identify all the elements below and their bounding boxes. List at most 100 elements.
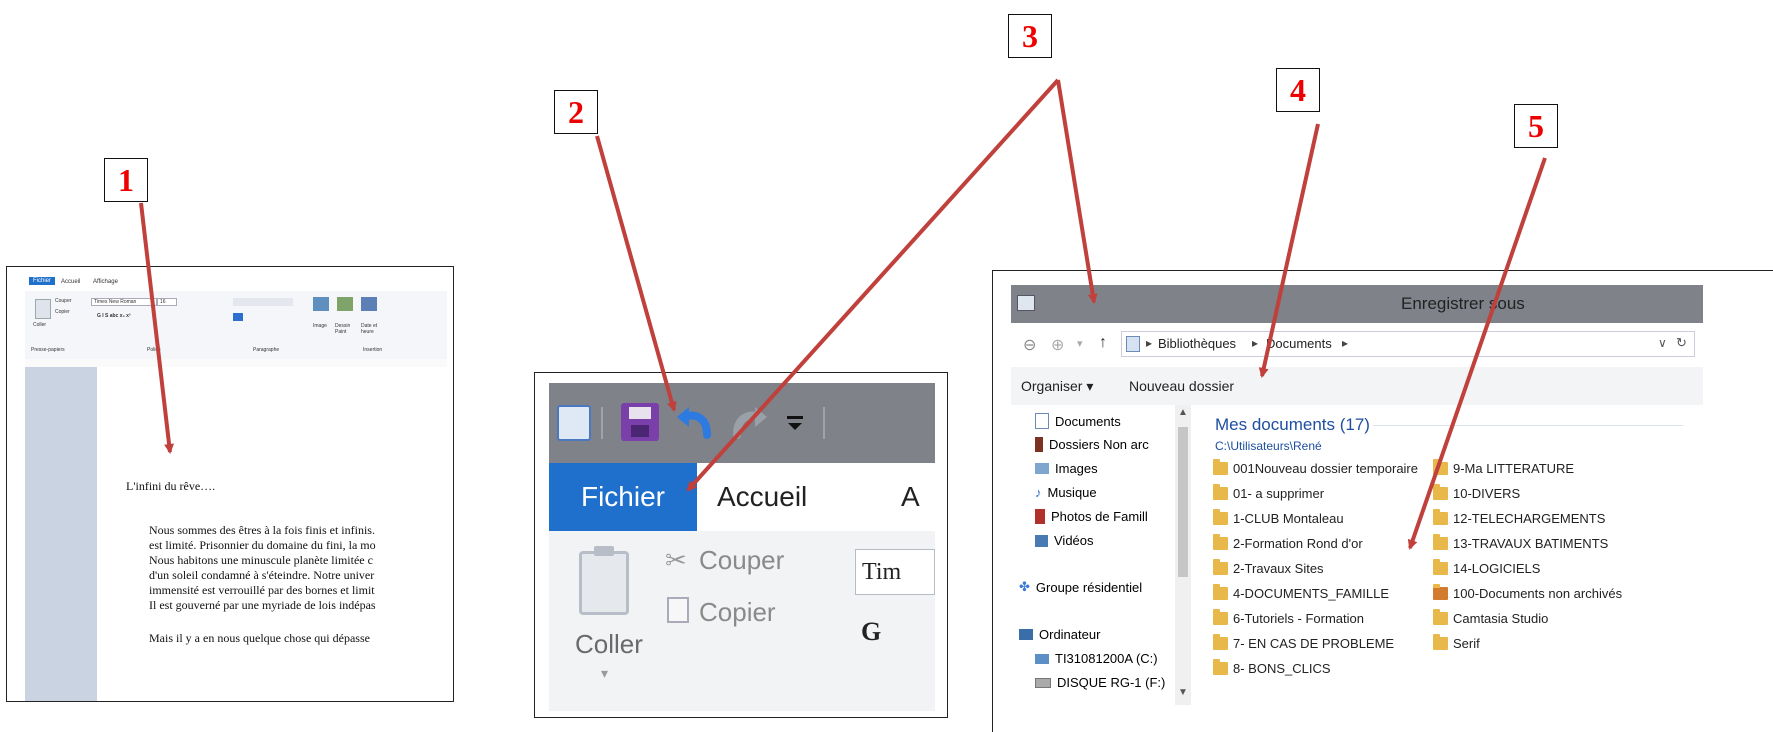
folder-label: 100-Documents non archivés — [1453, 586, 1623, 601]
coller-button[interactable]: Coller — [575, 629, 643, 660]
paste-icon[interactable] — [579, 546, 629, 615]
nav-item-ordinateur[interactable]: Ordinateur — [1019, 627, 1100, 642]
scroll-thumb[interactable] — [1178, 427, 1188, 577]
scissors-icon: ✂ — [665, 545, 687, 575]
paragraph-tools[interactable] — [233, 298, 293, 306]
nav-label: Photos de Famill — [1051, 509, 1148, 524]
bold-button[interactable]: G — [861, 617, 881, 647]
tab-accueil[interactable]: Accueil — [717, 463, 807, 531]
folder-item[interactable]: Camtasia Studio — [1433, 609, 1548, 626]
folder-item[interactable]: 10-DIVERS — [1433, 484, 1520, 501]
coller-dropdown-icon[interactable]: ▾ — [601, 665, 608, 682]
toolbar-separator — [823, 407, 825, 439]
save-icon[interactable] — [621, 403, 659, 441]
path-dropdown-icon[interactable]: ∨ — [1658, 336, 1667, 350]
folder-item[interactable]: 13-TRAVAUX BATIMENTS — [1433, 534, 1608, 551]
archive-icon — [1035, 437, 1043, 452]
folder-item[interactable]: 2-Travaux Sites — [1213, 559, 1324, 576]
scroll-up-icon[interactable]: ▲ — [1178, 407, 1188, 418]
nav-scrollbar[interactable]: ▲ ▼ — [1175, 405, 1191, 705]
refresh-icon[interactable]: ↻ — [1676, 335, 1687, 351]
calendar-icon[interactable] — [361, 297, 377, 311]
nouveau-dossier-button[interactable]: Nouveau dossier — [1129, 378, 1234, 394]
breadcrumb-bibliotheques[interactable]: Bibliothèques — [1158, 336, 1236, 351]
folder-item[interactable]: 1-CLUB Montaleau — [1213, 509, 1344, 526]
folder-item[interactable]: 001Nouveau dossier temporaire — [1213, 459, 1418, 476]
heading-divider — [1373, 425, 1683, 426]
nav-item-dossiers[interactable]: Dossiers Non arc — [1035, 437, 1149, 452]
nav-item-documents[interactable]: Documents — [1035, 413, 1121, 429]
folder-item[interactable]: 8- BONS_CLICS — [1213, 659, 1331, 676]
arrow-2 — [595, 135, 677, 412]
format-buttons[interactable]: G I S abc x₂ x² — [97, 313, 131, 319]
nav-item-photos[interactable]: Photos de Famill — [1035, 509, 1148, 524]
address-bar: ⊖ ⊕ ▾ ↑ ▸ Bibliothèques ▸ Documents ▸ ∨ … — [1011, 323, 1703, 368]
folder-item[interactable]: 6-Tutoriels - Formation — [1213, 609, 1364, 626]
tab-fichier[interactable]: Fichier — [549, 463, 697, 531]
undo-icon[interactable] — [673, 403, 717, 443]
folder-icon — [1213, 634, 1228, 650]
couper-button[interactable]: Couper — [699, 545, 784, 576]
path-input[interactable]: ▸ Bibliothèques ▸ Documents ▸ ∨ ↻ — [1121, 331, 1695, 357]
folder-item[interactable]: 12-TELECHARGEMENTS — [1433, 509, 1605, 526]
breadcrumb-documents[interactable]: Documents — [1266, 336, 1332, 351]
nav-label: Groupe résidentiel — [1035, 579, 1143, 595]
organiser-button[interactable]: Organiser ▾ — [1021, 378, 1093, 395]
clipboard-group-label: Presse-papiers — [31, 347, 65, 353]
folder-item[interactable]: 4-DOCUMENTS_FAMILLE — [1213, 584, 1390, 601]
wordpad-app-icon[interactable] — [557, 405, 591, 441]
paint-icon[interactable] — [337, 297, 353, 311]
nav-label: Vidéos — [1054, 533, 1094, 548]
scroll-down-icon[interactable]: ▼ — [1178, 687, 1188, 698]
recent-dropdown-icon[interactable]: ▾ — [1077, 337, 1083, 350]
tab-affichage[interactable]: Affichage — [93, 279, 118, 285]
callout-1: 1 — [104, 158, 148, 202]
couper-button[interactable]: Couper — [55, 298, 71, 304]
font-size-select[interactable]: 16 — [157, 298, 177, 306]
folder-item[interactable]: 9-Ma LITTERATURE — [1433, 459, 1574, 476]
paste-icon[interactable] — [35, 299, 51, 319]
doc-line: immensité est verrouillé par des bornes … — [149, 583, 375, 597]
folder-item[interactable]: 2-Formation Rond d'or — [1213, 534, 1363, 551]
nav-item-musique[interactable]: ♪ Musique — [1035, 485, 1097, 500]
homegroup-icon: ✤ — [1019, 579, 1030, 594]
folder-label: 001Nouveau dossier temporaire — [1233, 461, 1418, 476]
copier-button[interactable]: Copier — [55, 309, 70, 315]
tab-a[interactable]: A — [901, 463, 920, 531]
nav-item-groupe[interactable]: ✤ Groupe résidentiel — [1019, 579, 1142, 595]
date-label: Date et heure — [361, 323, 378, 335]
page-margin — [25, 367, 97, 701]
nav-label: Musique — [1047, 485, 1097, 500]
align-left-button[interactable] — [233, 313, 243, 321]
insertion-group-label: Insertion — [363, 347, 383, 353]
folder-icon — [1213, 484, 1228, 500]
nav-item-videos[interactable]: Vidéos — [1035, 533, 1094, 548]
folder-item[interactable]: 7- EN CAS DE PROBLEME — [1213, 634, 1395, 651]
document-page[interactable]: L'infini du rêve…. Nous sommes des êtres… — [97, 367, 453, 701]
font-family-select[interactable]: Tim — [855, 549, 935, 595]
back-icon[interactable]: ⊖ — [1023, 335, 1036, 355]
folder-item[interactable]: 14-LOGICIELS — [1433, 559, 1540, 576]
dialog-title: Enregistrer sous — [1401, 294, 1525, 313]
folder-label: 2-Formation Rond d'or — [1233, 536, 1363, 551]
arrow-3b — [1056, 79, 1098, 304]
callout-4: 4 — [1276, 68, 1320, 112]
nav-item-images[interactable]: Images — [1035, 461, 1098, 476]
nav-item-drive-f[interactable]: DISQUE RG-1 (F:) — [1035, 675, 1165, 690]
redo-icon[interactable] — [727, 403, 771, 443]
customize-toolbar-icon[interactable] — [785, 413, 805, 433]
up-arrow-icon[interactable]: ↑ — [1099, 334, 1107, 352]
copier-button[interactable]: Copier — [699, 597, 776, 628]
folder-label: 4-DOCUMENTS_FAMILLE — [1233, 586, 1390, 601]
folder-label: 7- EN CAS DE PROBLEME — [1233, 636, 1395, 651]
forward-icon[interactable]: ⊕ — [1051, 335, 1064, 355]
folder-item[interactable]: Serif — [1433, 634, 1480, 651]
image-icon[interactable] — [313, 297, 329, 311]
folder-item[interactable]: 100-Documents non archivés — [1433, 584, 1623, 601]
font-family-select[interactable]: Times New Roman — [91, 298, 157, 306]
nav-item-drive-c[interactable]: TI31081200A (C:) — [1035, 651, 1158, 666]
tab-fichier[interactable]: Fichier — [29, 277, 56, 285]
folder-item[interactable]: 01- a supprimer — [1213, 484, 1324, 501]
folder-label: 8- BONS_CLICS — [1233, 661, 1331, 676]
tab-accueil[interactable]: Accueil — [61, 279, 80, 285]
